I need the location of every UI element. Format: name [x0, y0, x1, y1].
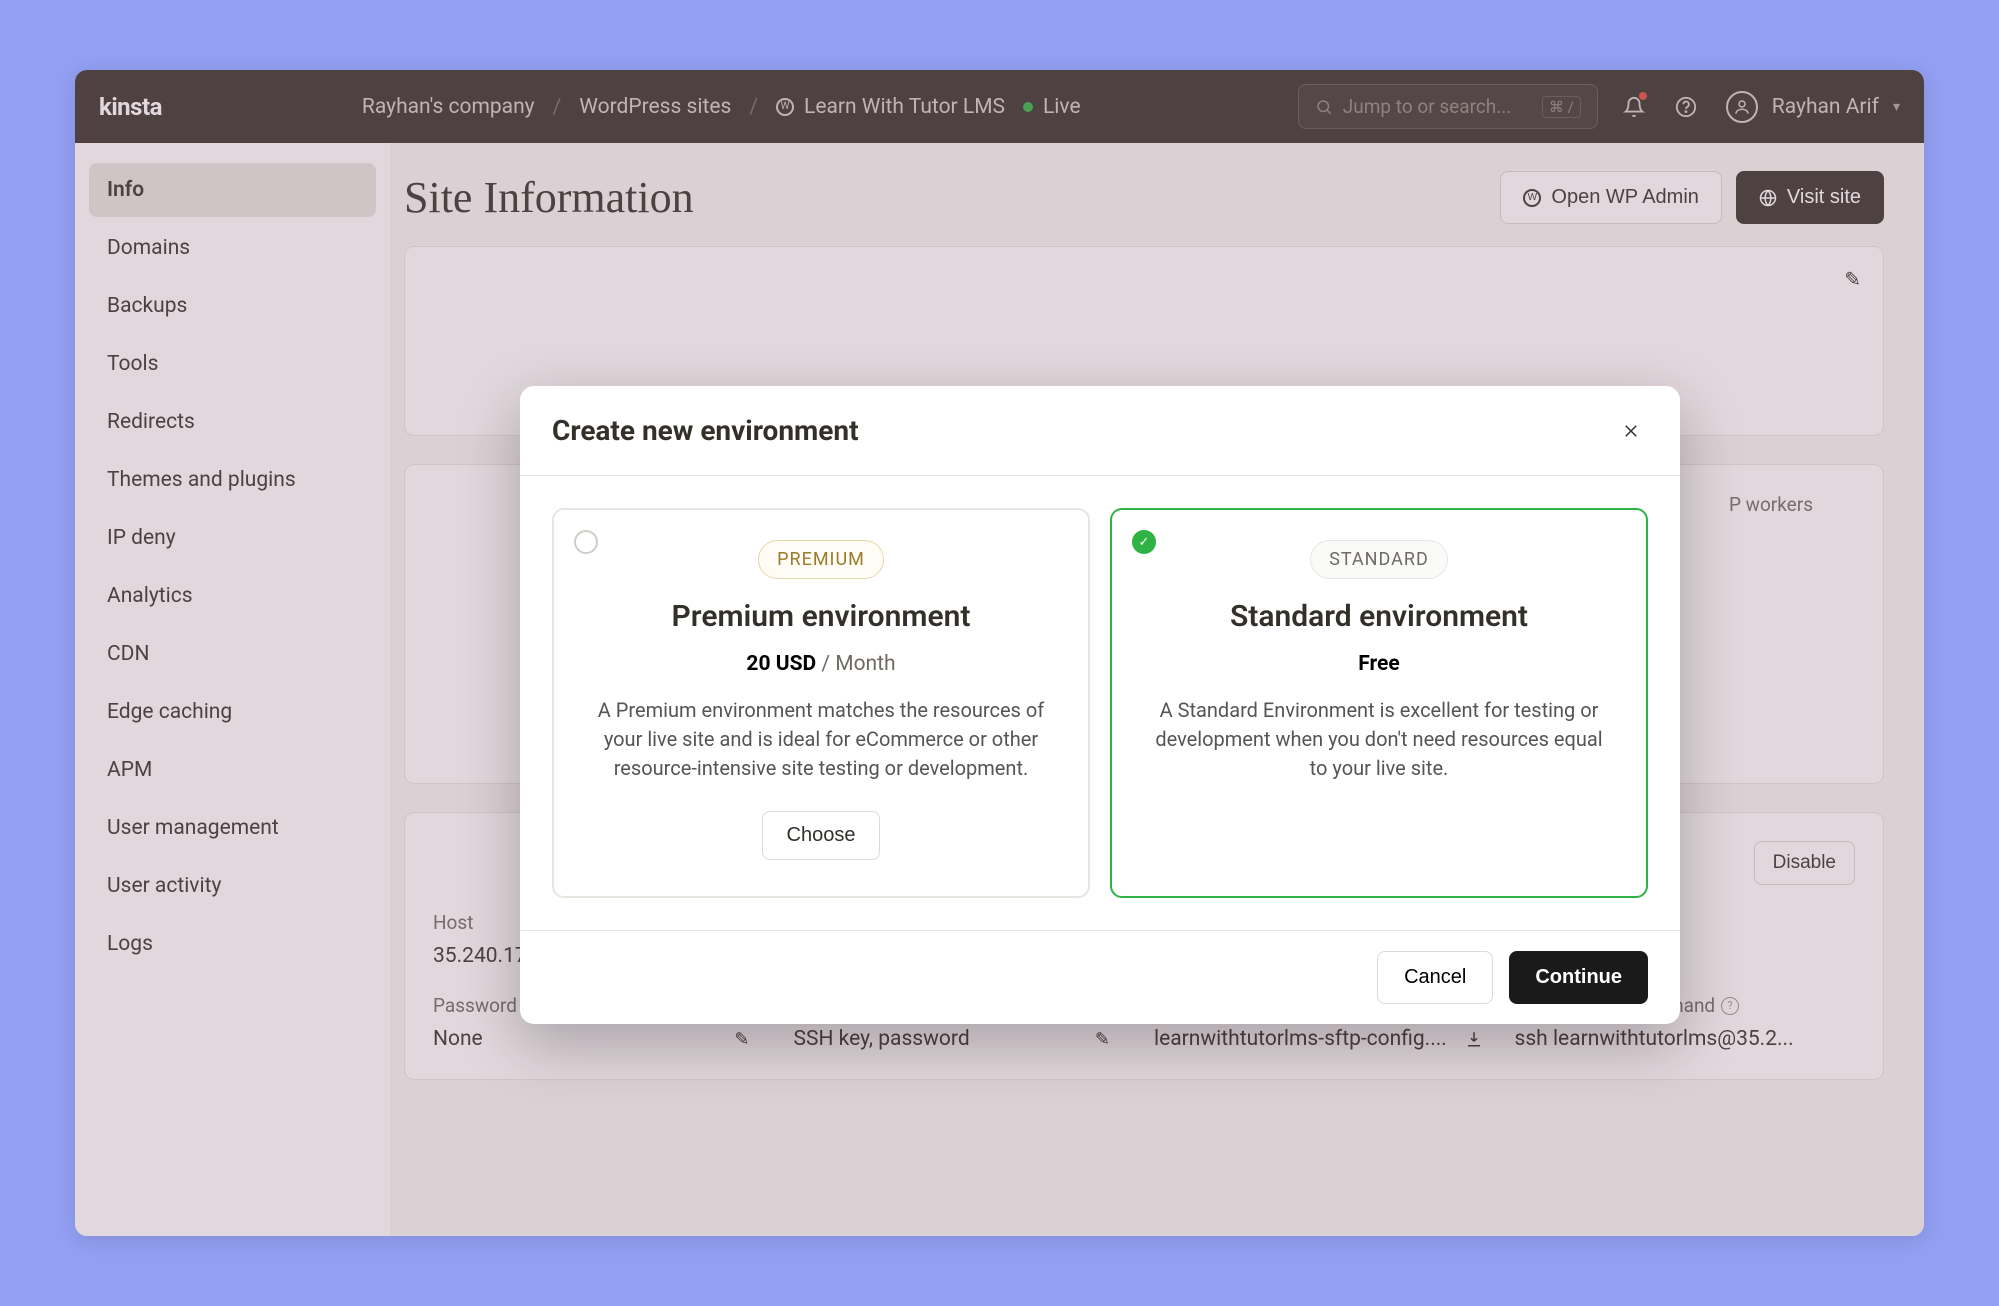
- visit-site-label: Visit site: [1787, 186, 1861, 209]
- edit-icon[interactable]: ✎: [1844, 267, 1861, 291]
- logo: kinsta: [99, 93, 162, 121]
- edit-auth-icon[interactable]: ✎: [1095, 1029, 1134, 1050]
- standard-description: A Standard Environment is excellent for …: [1142, 696, 1616, 783]
- sidebar-item-logs[interactable]: Logs: [89, 917, 376, 971]
- disable-button[interactable]: Disable: [1754, 841, 1855, 885]
- search-icon: [1315, 98, 1333, 116]
- environment-status-label: Live: [1043, 95, 1081, 119]
- live-dot-icon: [1023, 102, 1033, 112]
- sidebar-item-user-activity[interactable]: User activity: [89, 859, 376, 913]
- premium-description: A Premium environment matches the resour…: [584, 696, 1058, 783]
- sidebar: Info Domains Backups Tools Redirects The…: [75, 143, 390, 1236]
- expiration-value: None ✎: [433, 1027, 774, 1051]
- avatar-icon: [1726, 91, 1758, 123]
- create-environment-modal: Create new environment PREMIUM Premium e…: [520, 386, 1680, 1024]
- globe-icon: [1759, 189, 1777, 207]
- radio-selected-icon: ✓: [1132, 530, 1156, 554]
- sidebar-item-info[interactable]: Info: [89, 163, 376, 217]
- sidebar-item-edge-caching[interactable]: Edge caching: [89, 685, 376, 739]
- sidebar-item-user-management[interactable]: User management: [89, 801, 376, 855]
- download-icon[interactable]: [1465, 1030, 1483, 1048]
- expiration-text: None: [433, 1027, 483, 1051]
- premium-price: 20 USD / Month: [584, 652, 1058, 676]
- premium-price-amount: 20 USD: [746, 652, 816, 676]
- ftp-value: learnwithtutorlms-sftp-config....: [1154, 1027, 1495, 1051]
- sidebar-item-domains[interactable]: Domains: [89, 221, 376, 275]
- user-menu[interactable]: Rayhan Arif ▾: [1726, 91, 1900, 123]
- premium-title: Premium environment: [584, 599, 1058, 634]
- environment-status: Live: [1023, 95, 1081, 119]
- ssh-value: ssh learnwithtutorlms@35.2...: [1515, 1027, 1856, 1051]
- chevron-down-icon: ▾: [1893, 99, 1900, 115]
- breadcrumb-separator: /: [749, 95, 758, 119]
- open-wp-admin-label: Open WP Admin: [1551, 186, 1698, 209]
- breadcrumb-site[interactable]: W Learn With Tutor LMS: [776, 95, 1005, 119]
- breadcrumb-separator: /: [553, 95, 562, 119]
- page-title: Site Information: [404, 172, 694, 223]
- standard-price: Free: [1142, 652, 1616, 676]
- search-shortcut: ⌘ /: [1542, 96, 1581, 118]
- notifications-button[interactable]: [1622, 95, 1646, 119]
- choose-premium-button[interactable]: Choose: [762, 811, 881, 860]
- breadcrumb-section[interactable]: WordPress sites: [579, 95, 731, 119]
- modal-close-button[interactable]: [1614, 418, 1648, 444]
- premium-badge: PREMIUM: [758, 540, 884, 579]
- sidebar-item-analytics[interactable]: Analytics: [89, 569, 376, 623]
- search-input[interactable]: Jump to or search... ⌘ /: [1298, 84, 1598, 129]
- standard-title: Standard environment: [1142, 599, 1616, 634]
- help-icon: [1675, 96, 1697, 118]
- php-workers-label: P workers: [1729, 493, 1813, 516]
- user-name: Rayhan Arif: [1772, 95, 1879, 119]
- sidebar-item-tools[interactable]: Tools: [89, 337, 376, 391]
- help-button[interactable]: [1674, 95, 1698, 119]
- radio-unselected-icon: [574, 530, 598, 554]
- standard-price-text: Free: [1358, 652, 1399, 676]
- modal-title: Create new environment: [552, 414, 859, 447]
- standard-badge: STANDARD: [1310, 540, 1448, 579]
- sidebar-item-cdn[interactable]: CDN: [89, 627, 376, 681]
- info-icon[interactable]: ?: [1721, 997, 1739, 1015]
- sidebar-item-apm[interactable]: APM: [89, 743, 376, 797]
- breadcrumb-site-label: Learn With Tutor LMS: [804, 95, 1005, 119]
- breadcrumb: Rayhan's company / WordPress sites / W L…: [362, 95, 1298, 119]
- premium-environment-option[interactable]: PREMIUM Premium environment 20 USD / Mon…: [552, 508, 1090, 898]
- sidebar-item-ip-deny[interactable]: IP deny: [89, 511, 376, 565]
- open-wp-admin-button[interactable]: W Open WP Admin: [1500, 171, 1721, 224]
- visit-site-button[interactable]: Visit site: [1736, 171, 1884, 224]
- sidebar-item-themes-plugins[interactable]: Themes and plugins: [89, 453, 376, 507]
- notification-dot-icon: [1639, 92, 1647, 100]
- sidebar-item-redirects[interactable]: Redirects: [89, 395, 376, 449]
- standard-environment-option[interactable]: ✓ STANDARD Standard environment Free A S…: [1110, 508, 1648, 898]
- cancel-button[interactable]: Cancel: [1377, 951, 1493, 1004]
- wordpress-icon: W: [1523, 189, 1541, 207]
- edit-expiration-icon[interactable]: ✎: [734, 1029, 773, 1050]
- ftp-text: learnwithtutorlms-sftp-config....: [1154, 1027, 1447, 1051]
- breadcrumb-company[interactable]: Rayhan's company: [362, 95, 535, 119]
- sidebar-item-backups[interactable]: Backups: [89, 279, 376, 333]
- premium-price-suffix: / Month: [821, 652, 895, 676]
- wordpress-icon: W: [776, 98, 794, 116]
- auth-text: SSH key, password: [794, 1027, 970, 1051]
- continue-button[interactable]: Continue: [1509, 951, 1648, 1004]
- close-icon: [1622, 422, 1640, 440]
- topbar: kinsta Rayhan's company / WordPress site…: [75, 70, 1924, 143]
- auth-value: SSH key, password ✎: [794, 1027, 1135, 1051]
- search-placeholder: Jump to or search...: [1343, 95, 1512, 118]
